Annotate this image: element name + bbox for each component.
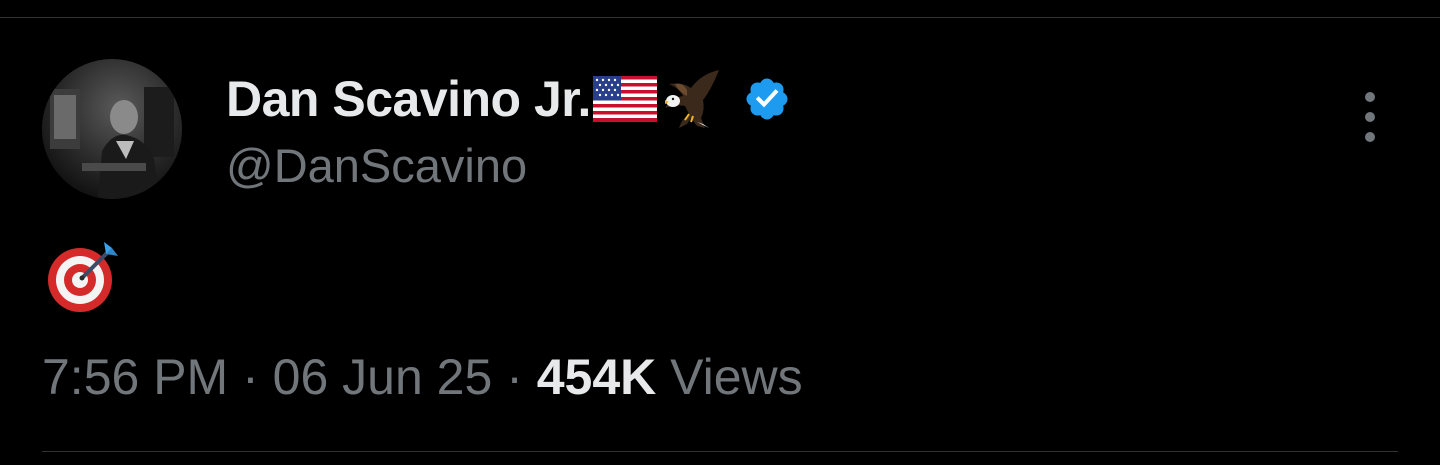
avatar[interactable] xyxy=(42,59,182,199)
views-label[interactable]: Views xyxy=(656,349,802,405)
author-display-name[interactable]: Dan Scavino Jr. xyxy=(226,70,591,128)
bottom-divider xyxy=(42,451,1398,452)
views-count[interactable]: 454K xyxy=(537,349,657,405)
tweet-meta: 7:56 PM · 06 Jun 25 · 454K Views xyxy=(42,348,803,406)
direct-hit-target-icon xyxy=(48,242,118,312)
tweet-text xyxy=(42,238,124,314)
more-dot-icon xyxy=(1365,132,1375,142)
more-dot-icon xyxy=(1365,92,1375,102)
tweet-time[interactable]: 7:56 PM xyxy=(42,349,228,405)
top-divider xyxy=(0,17,1440,18)
avatar-photo xyxy=(42,59,182,199)
tweet-date[interactable]: 06 Jun 25 xyxy=(273,349,493,405)
author-name-row[interactable]: Dan Scavino Jr. xyxy=(226,66,791,132)
more-options-button[interactable] xyxy=(1352,92,1388,142)
separator-dot: · xyxy=(228,349,273,405)
separator-dot: · xyxy=(492,349,537,405)
eagle-icon xyxy=(661,68,721,130)
verified-badge-icon[interactable] xyxy=(743,75,791,123)
us-flag-icon xyxy=(592,76,657,122)
author-handle[interactable]: @DanScavino xyxy=(226,138,527,193)
more-dot-icon xyxy=(1365,112,1375,122)
